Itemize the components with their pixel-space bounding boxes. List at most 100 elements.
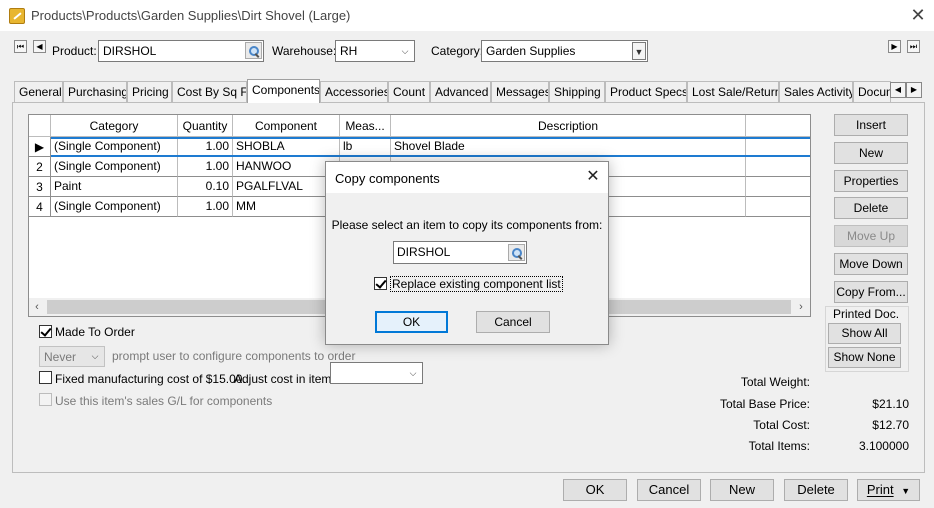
- tab-shipping[interactable]: Shipping: [549, 81, 605, 102]
- adjust-cost-select[interactable]: ⌵: [330, 362, 423, 384]
- delete-button[interactable]: Delete: [784, 479, 848, 501]
- row-4-component[interactable]: MM: [233, 197, 340, 217]
- copy-from-button[interactable]: Copy From...: [834, 281, 908, 303]
- total-items-value: 3.100000: [858, 439, 909, 453]
- tab-scroll-right-icon[interactable]: ▶: [906, 82, 922, 98]
- row-2-number[interactable]: 2: [29, 157, 51, 177]
- dropdown-arrow-icon: ▼: [901, 486, 911, 496]
- dialog-ok-button[interactable]: OK: [375, 311, 448, 333]
- category-select[interactable]: Garden Supplies ▼: [481, 40, 648, 62]
- show-all-button[interactable]: Show All: [828, 323, 901, 344]
- selected-row-bottom-border: [51, 155, 810, 157]
- row-1-description[interactable]: Shovel Blade: [391, 137, 746, 157]
- row-3-number[interactable]: 3: [29, 177, 51, 197]
- configure-prompt-label: prompt user to configure components to o…: [112, 349, 356, 363]
- search-icon[interactable]: [245, 42, 262, 59]
- scroll-right-icon[interactable]: ›: [793, 298, 809, 316]
- delete-component-button[interactable]: Delete: [834, 197, 908, 219]
- tab-bar: General Purchasing Pricing Cost By Sq Ft…: [14, 79, 924, 103]
- tab-advanced[interactable]: Advanced: [430, 81, 491, 102]
- chevron-down-icon: ⌵: [91, 351, 99, 361]
- row-2-component[interactable]: HANWOO: [233, 157, 340, 177]
- search-icon[interactable]: [508, 244, 525, 261]
- tab-general[interactable]: General: [14, 81, 63, 102]
- tab-documents[interactable]: Documents: [853, 81, 891, 102]
- dialog-close-icon[interactable]: ✕: [584, 168, 602, 186]
- product-input[interactable]: DIRSHOL: [98, 40, 264, 62]
- tab-cost-by-sq-ft[interactable]: Cost By Sq Ft: [172, 81, 247, 102]
- row-selected-marker-icon[interactable]: ▶: [29, 137, 51, 157]
- tab-scroll-left-icon[interactable]: ◀: [890, 82, 906, 98]
- tab-purchasing[interactable]: Purchasing: [63, 81, 127, 102]
- tab-product-specs[interactable]: Product Specs: [605, 81, 687, 102]
- row-2-quantity[interactable]: 1.00: [178, 157, 233, 177]
- dialog-title: Copy components: [335, 171, 440, 186]
- configure-prompt-select[interactable]: Never ⌵: [39, 346, 105, 367]
- warehouse-select[interactable]: RH ⌵: [335, 40, 415, 62]
- properties-button[interactable]: Properties: [834, 170, 908, 192]
- tab-accessories[interactable]: Accessories: [320, 81, 388, 102]
- column-header-description[interactable]: Description: [391, 115, 746, 137]
- tab-components[interactable]: Components: [247, 79, 320, 103]
- new-component-button[interactable]: New: [834, 142, 908, 164]
- fixed-cost-checkbox[interactable]: [39, 371, 52, 384]
- adjust-cost-label: Adjust cost in item:: [234, 372, 335, 386]
- column-header-measure[interactable]: Meas...: [340, 115, 391, 137]
- total-base-price-label: Total Base Price:: [719, 397, 810, 411]
- insert-button[interactable]: Insert: [834, 114, 908, 136]
- print-button[interactable]: Print ▼: [857, 479, 920, 501]
- column-header-component[interactable]: Component: [233, 115, 340, 137]
- move-up-button[interactable]: Move Up: [834, 225, 908, 247]
- row-4-number[interactable]: 4: [29, 197, 51, 217]
- previous-record-button[interactable]: ◀: [33, 40, 46, 53]
- total-cost-label: Total Cost:: [753, 418, 810, 432]
- replace-list-label: Replace existing component list: [390, 276, 563, 292]
- tab-scroll: ◀ ▶: [890, 82, 922, 98]
- row-4-category[interactable]: (Single Component): [51, 197, 178, 217]
- dropdown-arrow-icon: ▼: [632, 42, 646, 60]
- last-record-button[interactable]: ⏭: [907, 40, 920, 53]
- row-1-category[interactable]: (Single Component): [51, 137, 178, 157]
- dialog-cancel-button[interactable]: Cancel: [476, 311, 550, 333]
- show-none-button[interactable]: Show None: [828, 347, 901, 368]
- scroll-left-icon[interactable]: ‹: [29, 298, 45, 316]
- use-sales-gl-label: Use this item's sales G/L for components: [55, 394, 273, 408]
- row-2-category[interactable]: (Single Component): [51, 157, 178, 177]
- ok-button[interactable]: OK: [563, 479, 627, 501]
- tab-messages[interactable]: Messages: [491, 81, 549, 102]
- new-button[interactable]: New: [710, 479, 774, 501]
- row-3-blank: [746, 177, 810, 197]
- column-header-blank: [746, 115, 810, 137]
- use-sales-gl-checkbox[interactable]: [39, 393, 52, 406]
- replace-list-checkbox[interactable]: [374, 277, 387, 290]
- row-4-blank: [746, 197, 810, 217]
- row-1-measure[interactable]: lb: [340, 137, 391, 157]
- next-record-button[interactable]: ▶: [888, 40, 901, 53]
- row-3-quantity[interactable]: 0.10: [178, 177, 233, 197]
- row-1-quantity[interactable]: 1.00: [178, 137, 233, 157]
- row-3-component[interactable]: PGALFLVAL: [233, 177, 340, 197]
- printed-doc-label: Printed Doc.: [832, 307, 901, 321]
- dialog-prompt: Please select an item to copy its compon…: [331, 218, 603, 232]
- print-label: Print: [866, 482, 894, 497]
- window-close-button[interactable]: ✕: [908, 5, 928, 25]
- total-cost-value: $12.70: [872, 418, 909, 432]
- column-header-quantity[interactable]: Quantity: [178, 115, 233, 137]
- row-3-category[interactable]: Paint: [51, 177, 178, 197]
- move-down-button[interactable]: Move Down: [834, 253, 908, 275]
- tab-count[interactable]: Count: [388, 81, 430, 102]
- made-to-order-checkbox[interactable]: [39, 325, 52, 338]
- cancel-button[interactable]: Cancel: [637, 479, 701, 501]
- window-title: Products\Products\Garden Supplies\Dirt S…: [31, 8, 351, 23]
- tab-lost-sale-return[interactable]: Lost Sale/Return: [687, 81, 779, 102]
- tab-sales-activity[interactable]: Sales Activity: [779, 81, 853, 102]
- row-4-quantity[interactable]: 1.00: [178, 197, 233, 217]
- column-header-category[interactable]: Category: [51, 115, 178, 137]
- chevron-down-icon: ⌵: [409, 368, 417, 378]
- selected-row-top-border: [51, 137, 810, 139]
- first-record-button[interactable]: ⏮: [14, 40, 27, 53]
- tab-pricing[interactable]: Pricing: [127, 81, 172, 102]
- row-1-component[interactable]: SHOBLA: [233, 137, 340, 157]
- dialog-item-input[interactable]: DIRSHOL: [393, 241, 527, 264]
- total-base-price-value: $21.10: [872, 397, 909, 411]
